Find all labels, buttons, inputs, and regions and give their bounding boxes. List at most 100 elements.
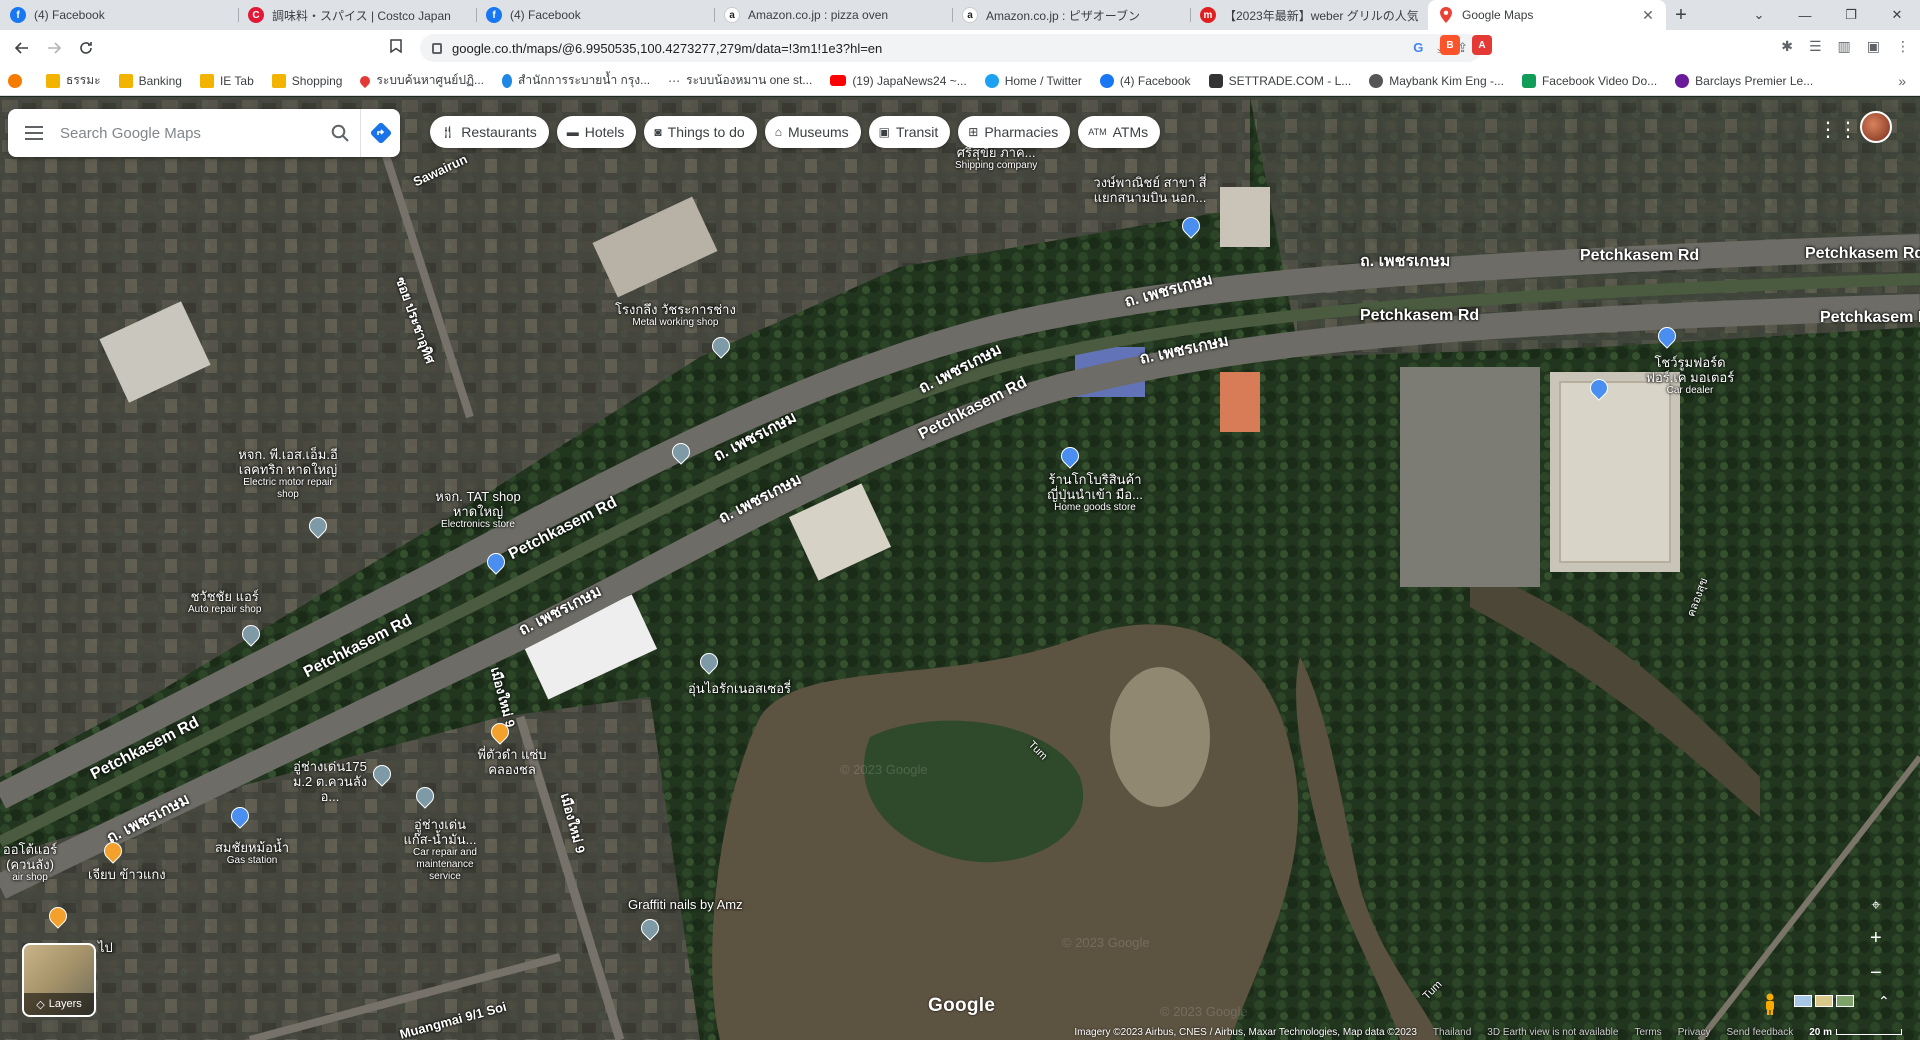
- bookmark-folder[interactable]: Banking: [118, 73, 182, 88]
- place-label[interactable]: Graffiti nails by Amz: [628, 897, 743, 912]
- place-name: พี่ตัวดำ แซ่บคลองชล: [477, 747, 547, 777]
- reading-list-icon[interactable]: ☰: [1809, 38, 1822, 55]
- place-label[interactable]: โรงกลึง วัชระการช่าง Metal working shop: [615, 302, 736, 329]
- tab-facebook-2[interactable]: f (4) Facebook: [476, 0, 714, 30]
- terms-link[interactable]: Terms: [1626, 1027, 1669, 1038]
- tab-amazon-jp[interactable]: a Amazon.co.jp : ピザオーブン: [952, 0, 1190, 30]
- place-type: Gas station: [226, 855, 278, 866]
- brave-shield-icon[interactable]: B: [1440, 35, 1460, 55]
- adblock-icon[interactable]: A: [1472, 35, 1492, 55]
- bookmark-label: สำนักการระบายน้ำ กรุง...: [518, 73, 651, 87]
- place-label[interactable]: เจียบ ข้าวแกง: [88, 867, 166, 882]
- menu-dots-icon[interactable]: ⋮: [1896, 38, 1910, 55]
- tab-costco[interactable]: C 調味料・スパイス | Costco Japan: [238, 0, 476, 30]
- back-icon[interactable]: [6, 32, 38, 64]
- bookmark-item[interactable]: SETTRADE.COM - L...: [1208, 73, 1352, 88]
- chip-things-to-do[interactable]: ◙ Things to do: [644, 116, 757, 148]
- wallet-icon[interactable]: ▣: [1867, 38, 1880, 55]
- place-label[interactable]: หจก. พี.เอส.เอ็ม.อี เลคทริก หาดใหญ่ Elec…: [228, 447, 348, 501]
- place-label[interactable]: พี่ตัวดำ แซ่บคลองชล: [472, 747, 552, 777]
- close-tab-icon[interactable]: ✕: [1640, 7, 1656, 24]
- place-label[interactable]: ออโต้แอร์ (ควนลัง) air shop: [0, 842, 60, 884]
- address-bar[interactable]: google.co.th/maps/@6.9950535,100.4273277…: [420, 34, 1482, 62]
- museum-icon: ⌂: [774, 125, 782, 139]
- place-label[interactable]: สมชัยหม้อน้ำ Gas station: [215, 840, 289, 867]
- map-search-input[interactable]: [60, 124, 320, 142]
- privacy-link[interactable]: Privacy: [1670, 1027, 1719, 1038]
- place-label[interactable]: อู่ช่างเด่น แก๊ส-น้ำมัน... Car repair an…: [400, 817, 490, 883]
- bookmark-folder[interactable]: Shopping: [271, 73, 342, 88]
- bookmark-item[interactable]: Facebook Video Do...: [1521, 73, 1657, 88]
- minimize-icon[interactable]: —: [1782, 0, 1828, 30]
- bookmark-item[interactable]: ⋯ ระบบน้องหมาน one st...: [668, 71, 812, 90]
- bookmark-item[interactable]: [8, 73, 28, 88]
- bookmark-folder[interactable]: IE Tab: [199, 73, 254, 88]
- place-label[interactable]: ชวัชชัย แอร์ Auto repair shop: [188, 589, 261, 616]
- place-label[interactable]: ศรีสุขัย ภาค... Shipping company: [955, 145, 1037, 172]
- place-type: Home goods store: [1054, 502, 1136, 513]
- chip-atms[interactable]: ATM ATMs: [1078, 116, 1161, 148]
- forward-icon[interactable]: [38, 32, 70, 64]
- place-label[interactable]: ร้านโกโบริสินค้า ญี่ปุ่นนำเข้า มือ... Ho…: [1045, 472, 1145, 514]
- search-icon[interactable]: [320, 124, 360, 142]
- bookmark-folder[interactable]: ธรรมะ: [46, 71, 101, 90]
- place-label[interactable]: วงษ์พาณิชย์ สาขา สี่แยกสนามบิน นอก...: [1085, 175, 1215, 205]
- extensions-puzzle-icon[interactable]: ✱: [1781, 38, 1793, 55]
- directions-icon[interactable]: [360, 109, 400, 157]
- bookmark-item[interactable]: Home / Twitter: [984, 73, 1082, 88]
- layers-button[interactable]: ◇ Layers: [22, 943, 96, 1017]
- chip-restaurants[interactable]: 🍴︎ Restaurants: [430, 116, 549, 148]
- more-bookmarks-icon[interactable]: »: [1898, 73, 1906, 89]
- zoom-out-button[interactable]: −: [1870, 962, 1882, 985]
- close-window-icon[interactable]: ✕: [1874, 0, 1920, 30]
- place-label[interactable]: ไป: [98, 940, 113, 955]
- my-location-icon[interactable]: ⌖: [1871, 897, 1880, 915]
- satellite-thumb-icon[interactable]: [1836, 995, 1854, 1007]
- bookmark-item[interactable]: (19) JapaNews24 ~...: [830, 73, 967, 88]
- place-label[interactable]: อู่ช่างเด่น175 ม.2 ต.ควนลัง อ...: [290, 759, 370, 804]
- satellite-map[interactable]: Petchkasem Rd ถ. เพชรเกษม Petchkasem Rd …: [0, 97, 1920, 1040]
- send-feedback-link[interactable]: Send feedback: [1718, 1027, 1801, 1038]
- terrain-thumb-icon[interactable]: [1815, 995, 1833, 1007]
- hamburger-menu-icon[interactable]: [8, 126, 60, 140]
- map-thumb-icon[interactable]: [1794, 995, 1812, 1007]
- pegman-icon[interactable]: [1762, 993, 1778, 1015]
- tab-search-icon[interactable]: ⌄: [1736, 0, 1782, 30]
- bookmark-label: SETTRADE.COM - L...: [1228, 73, 1352, 88]
- tab-title: 調味料・スパイス | Costco Japan: [272, 8, 451, 23]
- bookmark-item[interactable]: สำนักการระบายน้ำ กรุง...: [502, 71, 650, 90]
- new-tab-button[interactable]: +: [1666, 0, 1696, 30]
- imagery-thumbnails[interactable]: [1794, 995, 1854, 1007]
- tab-facebook-1[interactable]: f (4) Facebook: [0, 0, 238, 30]
- scale-bar[interactable]: 20 m: [1801, 1027, 1910, 1038]
- chevron-up-icon[interactable]: ⌃: [1878, 993, 1890, 1010]
- bookmark-item[interactable]: ระบบค้นหาศูนย์ปฏิ...: [358, 71, 484, 90]
- chip-transit[interactable]: ▣ Transit: [868, 116, 951, 148]
- google-lens-icon[interactable]: G: [1413, 40, 1423, 56]
- reload-icon[interactable]: [70, 32, 102, 64]
- bookmark-item[interactable]: Maybank Kim Eng -...: [1369, 73, 1504, 88]
- chip-hotels[interactable]: ▬ Hotels: [556, 116, 637, 148]
- country-link[interactable]: Thailand: [1425, 1027, 1479, 1038]
- place-type: Car repair and maintenance service: [413, 847, 477, 882]
- chip-museums[interactable]: ⌂ Museums: [764, 116, 861, 148]
- bookmark-label: (19) JapaNews24 ~...: [852, 73, 967, 88]
- chip-pharmacies[interactable]: ⊞ Pharmacies: [958, 116, 1071, 148]
- bookmarks-bar: ธรรมะ Banking IE Tab Shopping ระบบค้นหาศ…: [0, 66, 1920, 96]
- side-panel-icon[interactable]: ▥: [1838, 38, 1851, 55]
- avatar[interactable]: [1860, 111, 1892, 143]
- place-label[interactable]: หจก. TAT shop หาดใหญ่ Electronics store: [428, 489, 528, 531]
- tab-google-maps[interactable]: Google Maps ✕: [1428, 0, 1666, 30]
- bookmark-item[interactable]: Barclays Premier Le...: [1675, 73, 1813, 88]
- tab-weber[interactable]: m 【2023年最新】weber グリルの人気アイテ: [1190, 0, 1428, 30]
- place-label[interactable]: อุ่นไอรักเนอสเซอรี่: [688, 681, 791, 696]
- lock-icon[interactable]: [432, 42, 442, 54]
- place-label[interactable]: โชว์รูมฟอร์ด ฟอร์.เค มอเตอร์ Car dealer: [1640, 355, 1740, 397]
- window-controls: ⌄ — ❐ ✕: [1736, 0, 1920, 30]
- zoom-in-button[interactable]: +: [1870, 927, 1882, 950]
- toolbar-right-icons: ✱ ☰ ▥ ▣ ⋮: [1781, 38, 1910, 55]
- bookmark-item[interactable]: (4) Facebook: [1099, 73, 1191, 88]
- tab-amazon-pizza-oven[interactable]: a Amazon.co.jp : pizza oven: [714, 0, 952, 30]
- bookmark-icon[interactable]: [390, 39, 402, 56]
- restore-icon[interactable]: ❐: [1828, 0, 1874, 30]
